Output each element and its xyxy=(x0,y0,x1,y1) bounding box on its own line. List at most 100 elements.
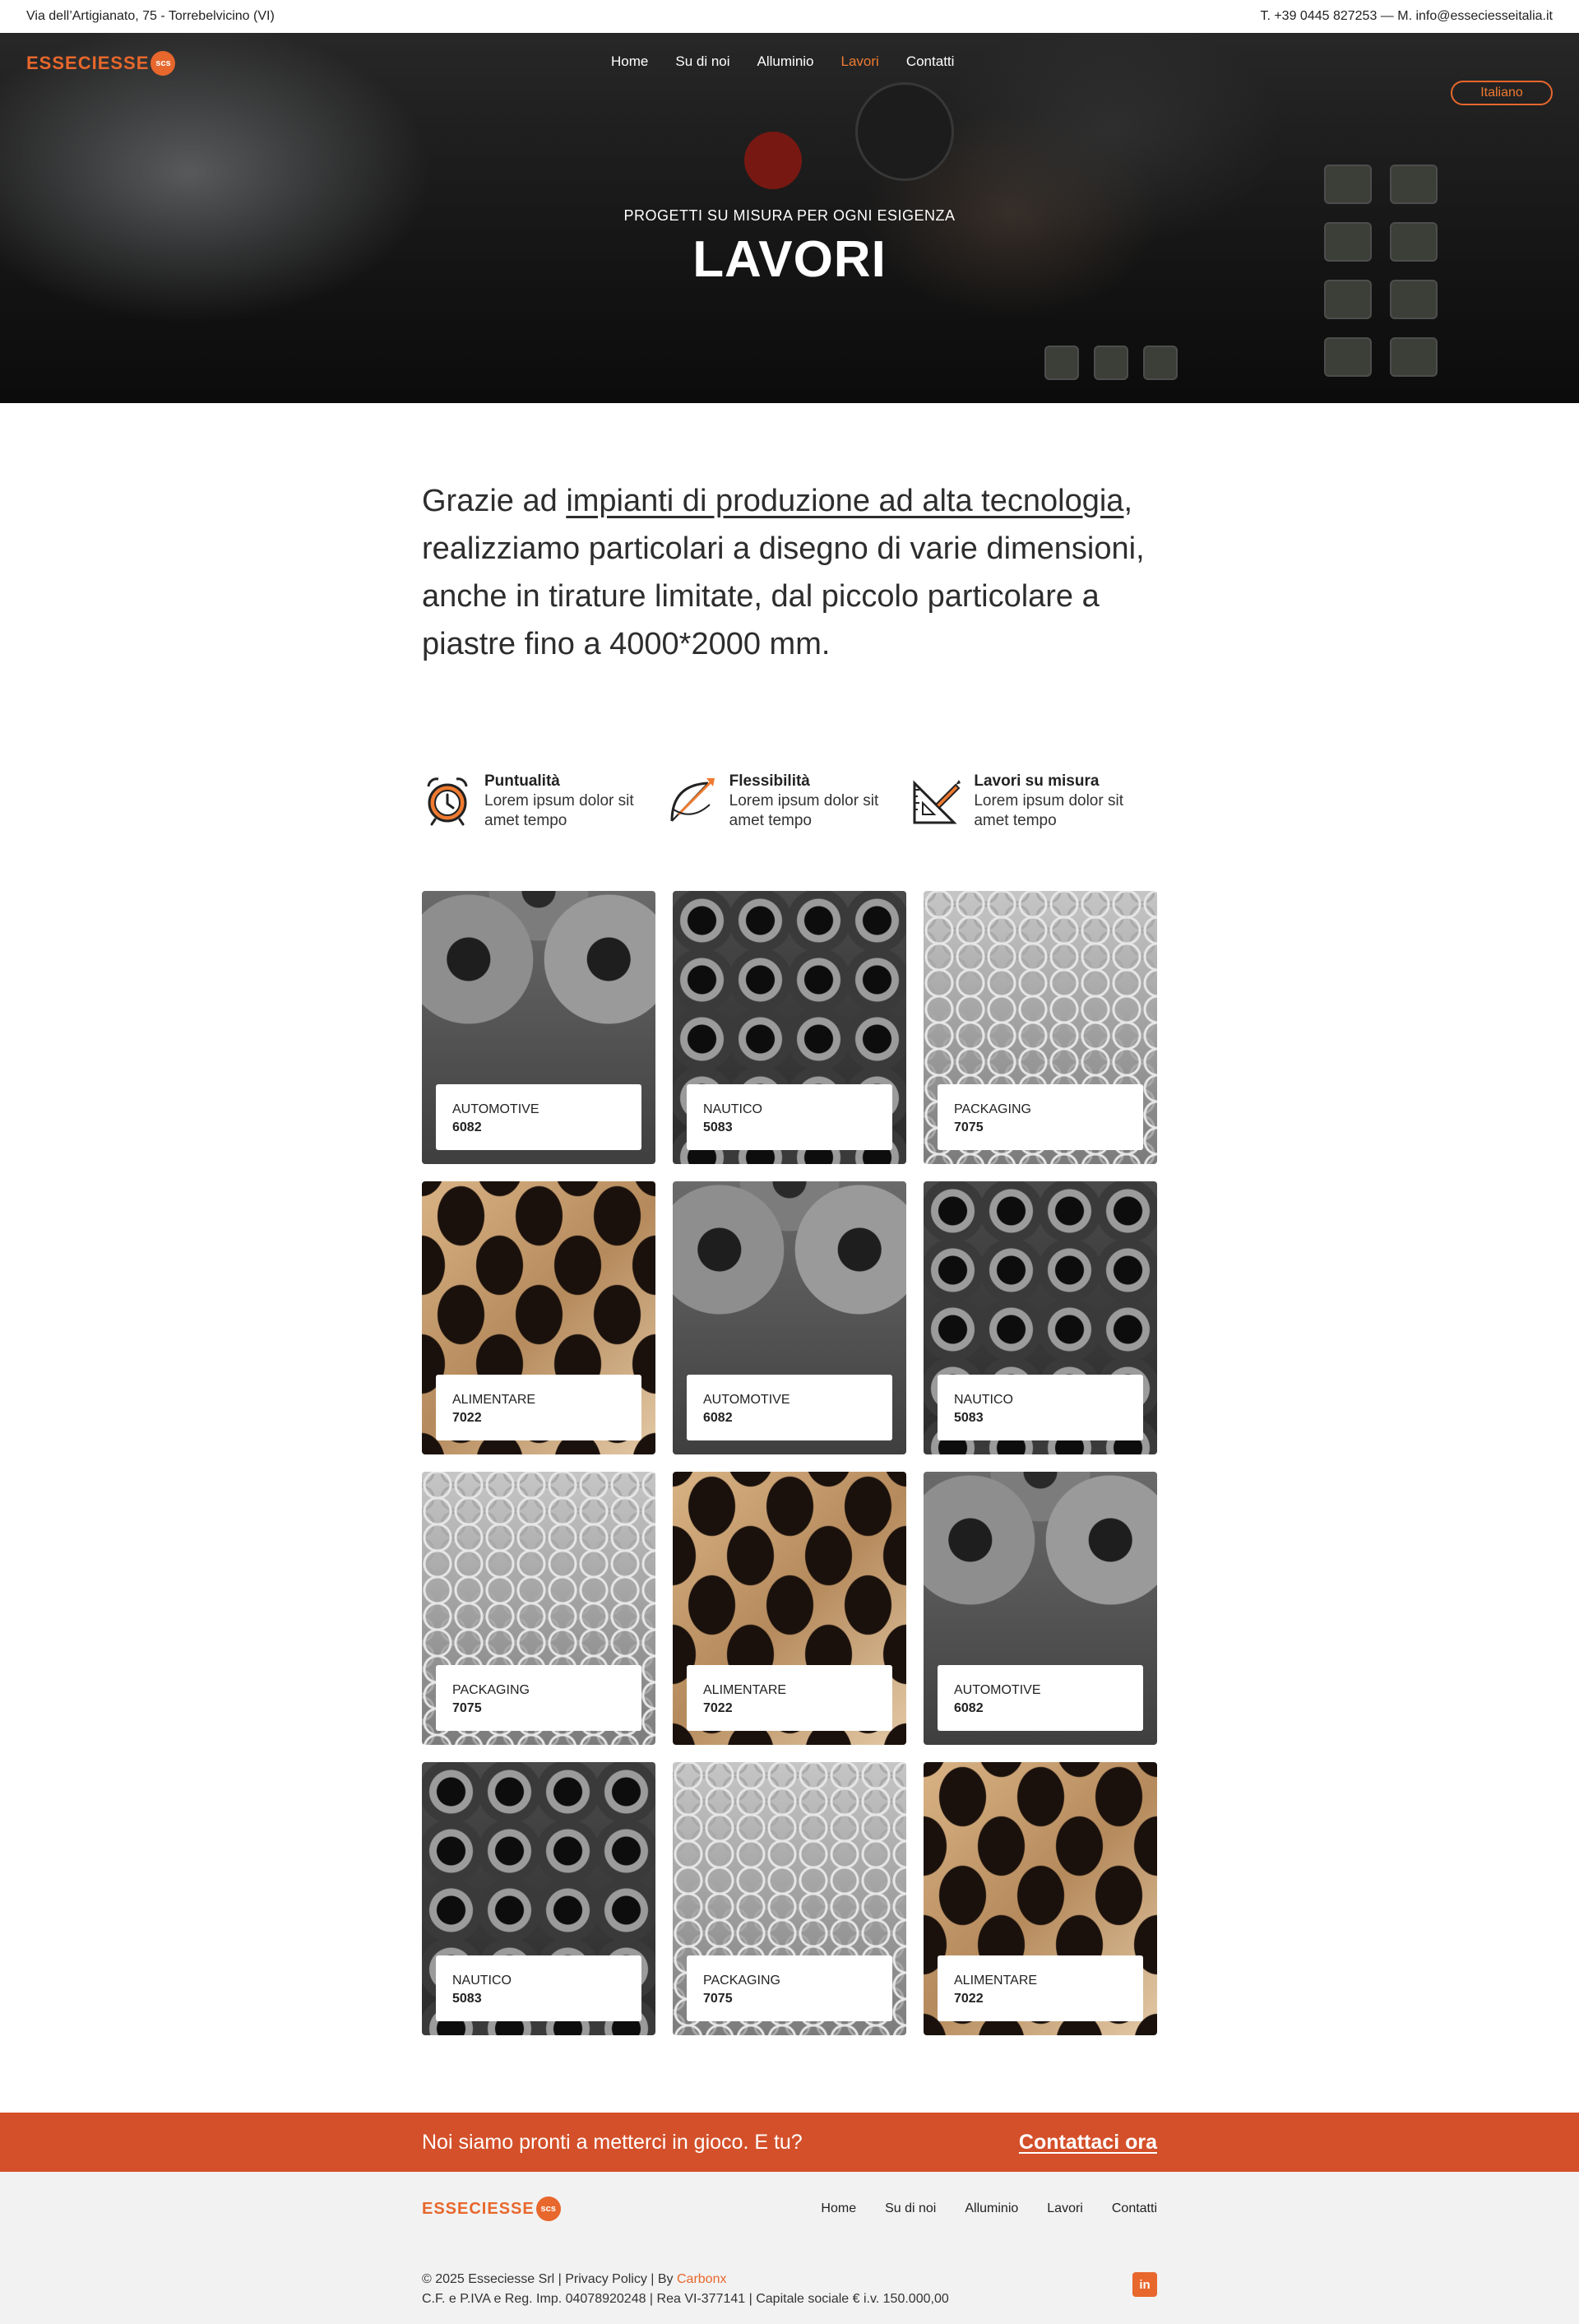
work-category: ALIMENTARE xyxy=(954,1974,1038,1988)
nav-item-contatti[interactable]: Contatti xyxy=(906,53,955,70)
nav-item-su-di-noi[interactable]: Su di noi xyxy=(675,53,729,70)
nav-item-home[interactable]: Home xyxy=(611,53,648,70)
intro-technology-link[interactable]: impianti di produzione ad alta tecnologi… xyxy=(566,484,1123,518)
alloy-code: 7075 xyxy=(954,1120,984,1134)
alloy-code: 5083 xyxy=(954,1411,984,1425)
work-category: ALIMENTARE xyxy=(703,1683,787,1697)
logo-badge: scs xyxy=(535,2196,561,2221)
feature-description: Lorem ipsum dolor sit amet tempo xyxy=(974,792,1123,829)
work-card-label: ALIMENTARE 7022 xyxy=(687,1665,892,1731)
work-card-label: PACKAGING 7075 xyxy=(436,1665,641,1731)
work-card-label: AUTOMOTIVE 6082 xyxy=(436,1084,641,1150)
work-card-label: NAUTICO 5083 xyxy=(938,1375,1143,1440)
hero-subtitle: PROGETTI SU MISURA PER OGNI ESIGENZA xyxy=(623,207,956,224)
alloy-code: 6082 xyxy=(703,1411,733,1425)
work-category: PACKAGING xyxy=(954,1102,1031,1116)
work-card-label: AUTOMOTIVE 6082 xyxy=(687,1375,892,1440)
linkedin-icon[interactable]: in xyxy=(1132,2272,1157,2297)
logo-wordmark: ESSECIESSE xyxy=(26,53,150,73)
work-category: NAUTICO xyxy=(452,1974,512,1988)
hero-title: LAVORI xyxy=(692,231,887,288)
alloy-code: 5083 xyxy=(703,1120,733,1134)
feature-description: Lorem ipsum dolor sit amet tempo xyxy=(729,792,879,829)
work-card[interactable]: PACKAGING 7075 xyxy=(673,1762,906,2035)
feature-title: Lavori su misura xyxy=(974,772,1100,790)
logo-badge: scs xyxy=(150,51,176,76)
contact-now-link[interactable]: Contattaci ora xyxy=(1019,2131,1157,2155)
work-card[interactable]: PACKAGING 7075 xyxy=(924,891,1157,1164)
top-info-bar: Via dell’Artigianato, 75 - Torrebelvicin… xyxy=(0,0,1579,33)
logo-wordmark: ESSECIESSE xyxy=(422,2199,535,2218)
work-category: NAUTICO xyxy=(703,1102,762,1116)
footer: ESSECIESSE scs Home Su di noi Alluminio … xyxy=(0,2172,1579,2324)
alloy-code: 7022 xyxy=(954,1992,984,2006)
work-card[interactable]: AUTOMOTIVE 6082 xyxy=(673,1181,906,1454)
feature-item: Lavori su misura Lorem ipsum dolor sit a… xyxy=(911,772,1156,831)
feature-title: Puntualità xyxy=(484,772,560,790)
work-card-label: AUTOMOTIVE 6082 xyxy=(938,1665,1143,1731)
work-card[interactable]: ALIMENTARE 7022 xyxy=(673,1472,906,1745)
archery-bow-icon xyxy=(670,778,715,822)
feature-title: Flessibilità xyxy=(729,772,810,790)
work-category: PACKAGING xyxy=(452,1683,530,1697)
work-card-label: PACKAGING 7075 xyxy=(687,1955,892,2021)
works-grid: AUTOMOTIVE 6082 NAUTICO 5083 PACKAGING 7075 AL… xyxy=(422,891,1157,2035)
footer-link-su-di-noi[interactable]: Su di noi xyxy=(885,2201,936,2216)
work-card[interactable]: ALIMENTARE 7022 xyxy=(924,1762,1157,2035)
work-card-label: PACKAGING 7075 xyxy=(938,1084,1143,1150)
copyright-text: © 2025 Esseciesse Srl | Privacy Policy |… xyxy=(422,2272,677,2286)
ruler-set-square-icon xyxy=(913,780,961,824)
intro-paragraph: Grazie ad impianti di produzione ad alta… xyxy=(422,477,1162,668)
agency-link[interactable]: Carbonx xyxy=(677,2272,726,2286)
features-row: Puntualità Lorem ipsum dolor sit amet te… xyxy=(422,772,1156,831)
work-card-label: ALIMENTARE 7022 xyxy=(436,1375,641,1440)
work-card-label: NAUTICO 5083 xyxy=(687,1084,892,1150)
language-selector-button[interactable]: Italiano xyxy=(1451,81,1553,105)
alloy-code: 7075 xyxy=(452,1701,482,1715)
work-category: PACKAGING xyxy=(703,1974,780,1988)
site-logo[interactable]: ESSECIESSE scs xyxy=(26,51,176,76)
work-card[interactable]: ALIMENTARE 7022 xyxy=(422,1181,655,1454)
main-navigation: ESSECIESSE scs Home Su di noi Alluminio … xyxy=(0,33,1579,90)
footer-logo[interactable]: ESSECIESSE scs xyxy=(422,2196,561,2221)
alloy-code: 5083 xyxy=(452,1992,482,2006)
feature-item: Flessibilità Lorem ipsum dolor sit amet … xyxy=(667,772,912,831)
work-category: AUTOMOTIVE xyxy=(452,1102,539,1116)
footer-link-alluminio[interactable]: Alluminio xyxy=(965,2201,1018,2216)
intro-text-start: Grazie ad xyxy=(422,484,567,518)
nav-item-alluminio[interactable]: Alluminio xyxy=(757,53,814,70)
alloy-code: 7075 xyxy=(703,1992,733,2006)
footer-menu: Home Su di noi Alluminio Lavori Contatti xyxy=(821,2201,1157,2216)
work-card[interactable]: NAUTICO 5083 xyxy=(422,1762,655,2035)
work-category: NAUTICO xyxy=(954,1393,1013,1407)
work-card-label: NAUTICO 5083 xyxy=(436,1955,641,2021)
work-category: ALIMENTARE xyxy=(452,1393,536,1407)
cta-banner: Noi siamo pronti a metterci in gioco. E … xyxy=(0,2113,1579,2172)
address-text: Via dell’Artigianato, 75 - Torrebelvicin… xyxy=(26,9,275,23)
work-card[interactable]: NAUTICO 5083 xyxy=(924,1181,1157,1454)
alloy-code: 6082 xyxy=(954,1701,984,1715)
feature-description: Lorem ipsum dolor sit amet tempo xyxy=(484,792,634,829)
work-card[interactable]: PACKAGING 7075 xyxy=(422,1472,655,1745)
work-card[interactable]: AUTOMOTIVE 6082 xyxy=(422,891,655,1164)
footer-link-home[interactable]: Home xyxy=(821,2201,856,2216)
alloy-code: 6082 xyxy=(452,1120,482,1134)
alloy-code: 7022 xyxy=(452,1411,482,1425)
legal-info: C.F. e P.IVA e Reg. Imp. 04078920248 | R… xyxy=(422,2292,949,2306)
work-category: AUTOMOTIVE xyxy=(954,1683,1041,1697)
copyright-line: © 2025 Esseciesse Srl | Privacy Policy |… xyxy=(422,2272,726,2287)
nav-menu: Home Su di noi Alluminio Lavori Contatti xyxy=(611,33,954,90)
work-card[interactable]: NAUTICO 5083 xyxy=(673,891,906,1164)
footer-link-lavori[interactable]: Lavori xyxy=(1047,2201,1083,2216)
alloy-code: 7022 xyxy=(703,1701,733,1715)
work-card[interactable]: AUTOMOTIVE 6082 xyxy=(924,1472,1157,1745)
cta-text: Noi siamo pronti a metterci in gioco. E … xyxy=(422,2131,803,2154)
work-category: AUTOMOTIVE xyxy=(703,1393,790,1407)
alarm-clock-icon xyxy=(427,777,468,826)
contacts-text[interactable]: T. +39 0445 827253 — M. info@esseciessei… xyxy=(1260,9,1553,24)
nav-item-lavori[interactable]: Lavori xyxy=(841,53,879,70)
work-card-label: ALIMENTARE 7022 xyxy=(938,1955,1143,2021)
hero-section: ESSECIESSE scs Home Su di noi Alluminio … xyxy=(0,33,1579,403)
feature-item: Puntualità Lorem ipsum dolor sit amet te… xyxy=(422,772,667,831)
footer-link-contatti[interactable]: Contatti xyxy=(1112,2201,1157,2216)
